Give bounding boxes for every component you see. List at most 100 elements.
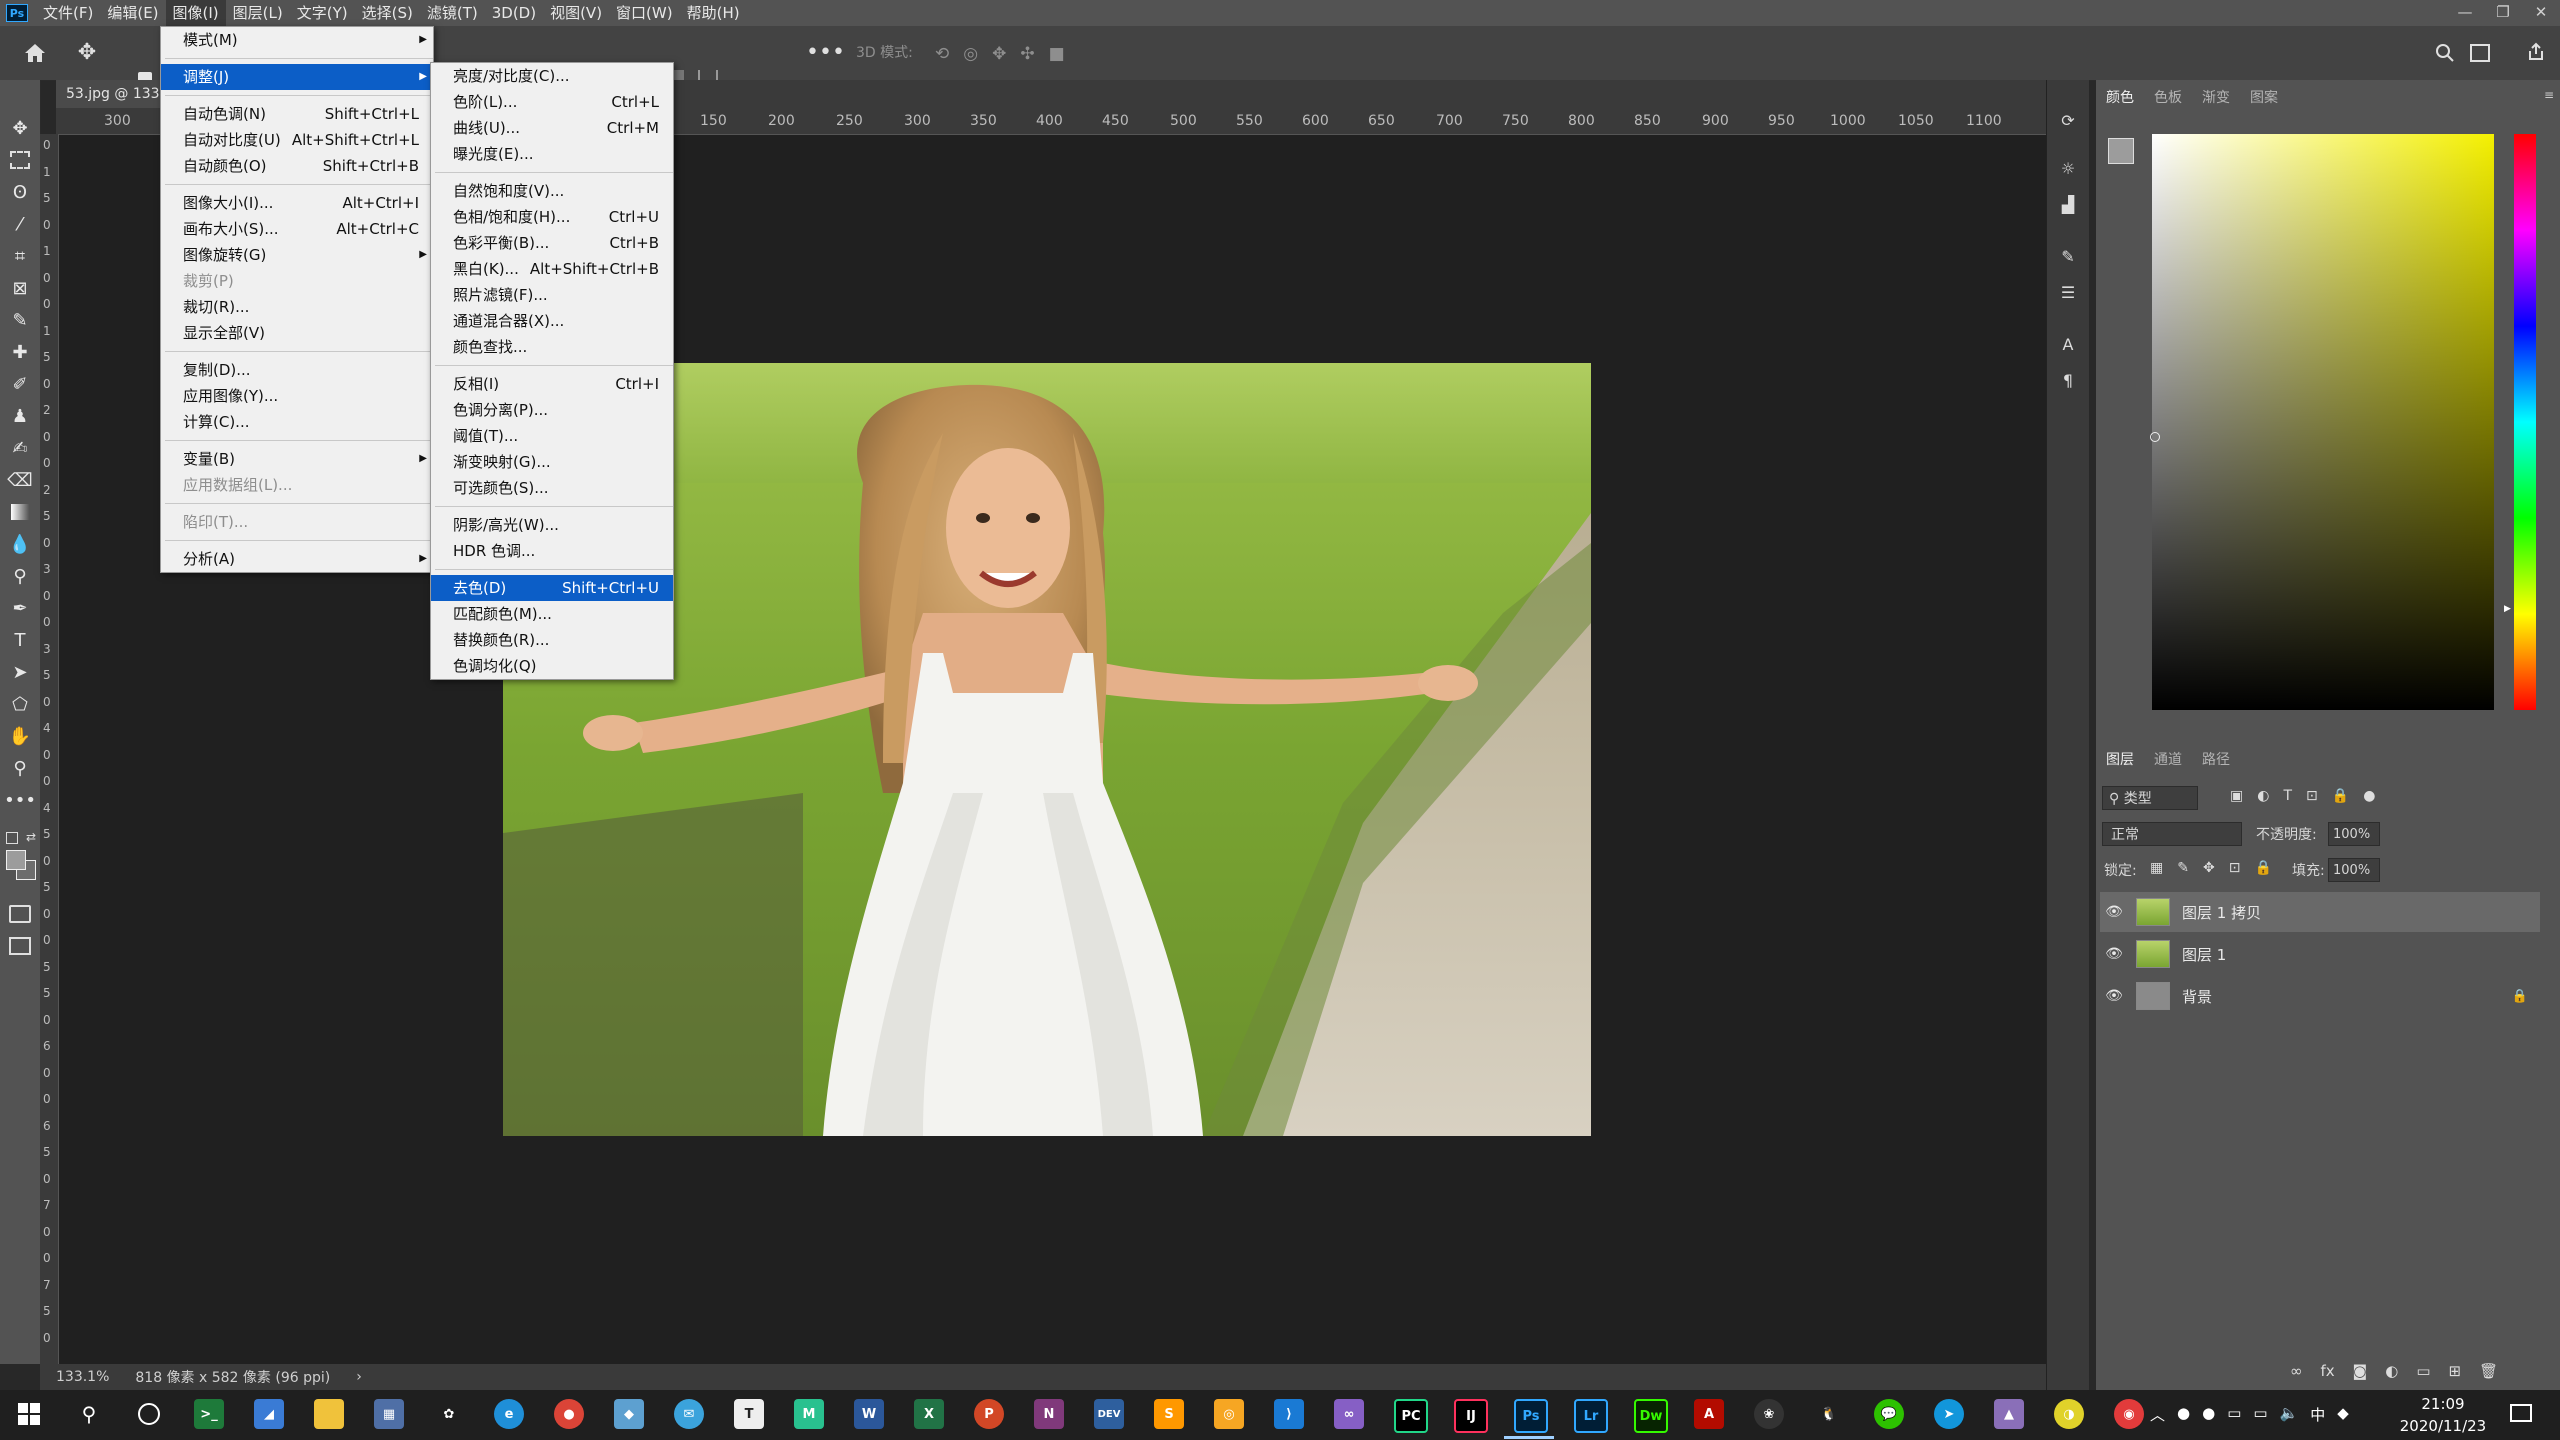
- wechat-tray-icon[interactable]: ●: [2177, 1404, 2190, 1425]
- menu-item-match-color[interactable]: 匹配颜色(M)...: [431, 601, 673, 627]
- gradient-tool-icon[interactable]: [6, 498, 34, 526]
- layer-row[interactable]: 👁 背景 🔒: [2100, 976, 2540, 1016]
- blend-mode-select[interactable]: 正常: [2102, 822, 2242, 846]
- menu-item-posterize[interactable]: 色调分离(P)...: [431, 397, 673, 423]
- menu-item-apply-image[interactable]: 应用图像(Y)...: [161, 383, 433, 409]
- share-icon[interactable]: [2526, 42, 2546, 62]
- tab-gradients[interactable]: 渐变: [2192, 87, 2240, 107]
- file-explorer-icon[interactable]: [314, 1399, 344, 1429]
- edit-toolbar-icon[interactable]: •••: [4, 786, 36, 814]
- menu-file[interactable]: 文件(F): [36, 0, 100, 26]
- settings-icon[interactable]: ✿: [434, 1399, 464, 1429]
- app-icon[interactable]: ❀: [1754, 1399, 1784, 1429]
- more-options-icon[interactable]: •••: [806, 40, 845, 65]
- lock-transparent-icon[interactable]: ▦: [2150, 860, 2163, 876]
- acrobat-icon[interactable]: A: [1694, 1399, 1724, 1429]
- zoom-level[interactable]: 133.1%: [56, 1369, 109, 1385]
- volume-icon[interactable]: 🔈: [2280, 1404, 2299, 1425]
- eraser-tool-icon[interactable]: ⌫: [6, 466, 34, 494]
- menu-filter[interactable]: 滤镜(T): [420, 0, 485, 26]
- opacity-input[interactable]: 100%: [2328, 822, 2380, 846]
- blur-tool-icon[interactable]: 💧: [6, 530, 34, 558]
- menu-item-reveal-all[interactable]: 显示全部(V): [161, 320, 433, 346]
- menu-item-canvas-size[interactable]: 画布大小(S)... Alt+Ctrl+C: [161, 216, 433, 242]
- shape-filter-icon[interactable]: ⊡: [2306, 788, 2318, 804]
- intellij-icon[interactable]: IJ: [1454, 1399, 1488, 1433]
- color-picker-field[interactable]: [2152, 134, 2494, 710]
- dodge-tool-icon[interactable]: ⚲: [6, 562, 34, 590]
- shape-tool-icon[interactable]: ⬠: [6, 690, 34, 718]
- paragraph-panel-icon[interactable]: ¶: [2056, 368, 2080, 392]
- filter-toggle-icon[interactable]: ●: [2363, 788, 2375, 804]
- menu-item-black-white[interactable]: 黑白(K)... Alt+Shift+Ctrl+B: [431, 256, 673, 282]
- menu-item-duplicate[interactable]: 复制(D)...: [161, 357, 433, 383]
- home-icon[interactable]: [22, 40, 48, 66]
- status-menu-arrow[interactable]: ›: [356, 1369, 362, 1385]
- menu-item-trim[interactable]: 裁切(R)...: [161, 294, 433, 320]
- notification-icon[interactable]: [2510, 1404, 2532, 1422]
- foreground-color-swatch[interactable]: [6, 850, 26, 870]
- qq-icon[interactable]: 🐧: [1814, 1399, 1844, 1429]
- menu-item-auto-contrast[interactable]: 自动对比度(U) Alt+Shift+Ctrl+L: [161, 127, 433, 153]
- menu-item-brightness-contrast[interactable]: 亮度/对比度(C)...: [431, 63, 673, 89]
- zoom-tool-icon[interactable]: ⚲: [6, 754, 34, 782]
- hand-tool-icon[interactable]: ✋: [6, 722, 34, 750]
- menu-3d[interactable]: 3D(D): [485, 0, 543, 26]
- app-icon[interactable]: M: [794, 1399, 824, 1429]
- menu-item-shadows-highlights[interactable]: 阴影/高光(W)...: [431, 512, 673, 538]
- new-group-icon[interactable]: ▭: [2416, 1362, 2430, 1380]
- sublime-icon[interactable]: S: [1154, 1399, 1184, 1429]
- orbit-icon[interactable]: ⟲: [935, 44, 949, 64]
- clone-stamp-tool-icon[interactable]: ♟: [6, 402, 34, 430]
- terminal-icon[interactable]: >_: [194, 1399, 224, 1429]
- menu-item-variables[interactable]: 变量(B) ▶: [161, 446, 433, 472]
- histogram-panel-icon[interactable]: ▟: [2056, 192, 2080, 216]
- photoshop-taskbar-icon[interactable]: Ps: [1514, 1399, 1548, 1433]
- app-icon[interactable]: ◆: [614, 1399, 644, 1429]
- menu-item-levels[interactable]: 色阶(L)... Ctrl+L: [431, 89, 673, 115]
- adjustments-panel-icon[interactable]: ☼: [2056, 156, 2080, 180]
- onenote-icon[interactable]: N: [1034, 1399, 1064, 1429]
- history-panel-icon[interactable]: ⟳: [2056, 108, 2080, 132]
- layer-filter-icons[interactable]: ▣ ◐ T ⊡ 🔒 ●: [2230, 788, 2375, 804]
- menu-item-exposure[interactable]: 曝光度(E)...: [431, 141, 673, 167]
- menu-item-auto-tone[interactable]: 自动色调(N) Shift+Ctrl+L: [161, 101, 433, 127]
- app-icon[interactable]: ◢: [254, 1399, 284, 1429]
- word-icon[interactable]: W: [854, 1399, 884, 1429]
- app-icon[interactable]: ➤: [1934, 1399, 1964, 1429]
- properties-panel-icon[interactable]: ☰: [2056, 280, 2080, 304]
- menu-item-mode[interactable]: 模式(M) ▶: [161, 27, 433, 53]
- start-icon[interactable]: [14, 1399, 44, 1429]
- battery-icon[interactable]: ▭: [2227, 1404, 2241, 1425]
- adjustment-filter-icon[interactable]: ◐: [2257, 788, 2269, 804]
- menu-item-desaturate[interactable]: 去色(D) Shift+Ctrl+U: [431, 575, 673, 601]
- visibility-eye-icon[interactable]: 👁: [2100, 988, 2128, 1004]
- 3d-mode-icons[interactable]: ⟲ ◎ ✥ ✣ ■: [935, 44, 1065, 64]
- healing-brush-tool-icon[interactable]: ✚: [6, 338, 34, 366]
- marquee-tool-icon[interactable]: [6, 146, 34, 174]
- chevron-up-icon[interactable]: ︿: [2150, 1404, 2165, 1425]
- brush-settings-icon[interactable]: ✎: [2056, 244, 2080, 268]
- wechat-icon[interactable]: 💬: [1874, 1399, 1904, 1429]
- menu-item-photo-filter[interactable]: 照片滤镜(F)...: [431, 282, 673, 308]
- lock-icons[interactable]: ▦ ✎ ✥ ⊡ 🔒: [2150, 860, 2272, 876]
- brush-tool-icon[interactable]: ✐: [6, 370, 34, 398]
- delete-layer-icon[interactable]: 🗑: [2479, 1362, 2498, 1380]
- path-selection-tool-icon[interactable]: ➤: [6, 658, 34, 686]
- menu-item-adjustments[interactable]: 调整(J) ▶: [161, 64, 433, 90]
- vscode-icon[interactable]: ⟩: [1274, 1399, 1304, 1429]
- type-filter-icon[interactable]: T: [2283, 788, 2292, 804]
- tab-paths[interactable]: 路径: [2192, 749, 2240, 769]
- tab-layers[interactable]: 图层: [2096, 749, 2144, 769]
- layer-name[interactable]: 背景: [2182, 986, 2212, 1007]
- layer-style-icon[interactable]: fx: [2321, 1362, 2335, 1380]
- layer-name[interactable]: 图层 1: [2182, 944, 2226, 965]
- layers-filter-select[interactable]: ⚲ 类型: [2102, 786, 2198, 810]
- app-icon[interactable]: ◎: [1214, 1399, 1244, 1429]
- hue-slider[interactable]: [2514, 134, 2536, 710]
- smart-object-filter-icon[interactable]: 🔒: [2332, 788, 2349, 804]
- lightroom-icon[interactable]: Lr: [1574, 1399, 1608, 1433]
- visibility-eye-icon[interactable]: 👁: [2100, 904, 2128, 920]
- pan-icon[interactable]: ✥: [992, 44, 1006, 64]
- dreamweaver-icon[interactable]: Dw: [1634, 1399, 1668, 1433]
